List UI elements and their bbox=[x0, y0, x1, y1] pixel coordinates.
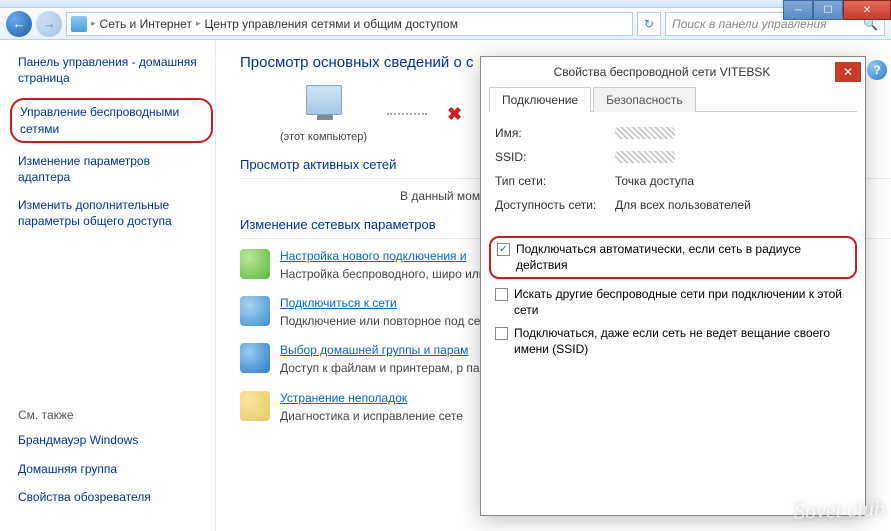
dialog-tabs: Подключение Безопасность bbox=[489, 87, 857, 112]
chevron-right-icon: ▸ bbox=[91, 18, 96, 29]
homegroup-icon bbox=[240, 343, 270, 373]
tab-connection[interactable]: Подключение bbox=[489, 87, 591, 112]
network-type-value: Точка доступа bbox=[615, 174, 694, 188]
window-titlebar: ─ ☐ ✕ bbox=[0, 0, 891, 8]
search-other-checkbox[interactable] bbox=[495, 288, 508, 301]
auto-connect-label: Подключаться автоматически, если сеть в … bbox=[516, 242, 849, 273]
sidebar: Панель управления - домашняя страница Уп… bbox=[0, 40, 216, 531]
navigation-bar: ← → ▸ Сеть и Интернет ▸ Центр управления… bbox=[0, 8, 891, 40]
see-also-internet-options[interactable]: Свойства обозревателя bbox=[18, 489, 208, 505]
help-icon[interactable]: ? bbox=[867, 60, 887, 80]
breadcrumb-segment[interactable]: Центр управления сетями и общим доступом bbox=[204, 17, 458, 31]
dialog-title: Свойства беспроводной сети VITEBSK bbox=[489, 65, 835, 79]
search-other-label: Искать другие беспроводные сети при подк… bbox=[514, 287, 851, 318]
control-panel-icon bbox=[71, 16, 87, 32]
ssid-label: SSID: bbox=[495, 150, 615, 164]
nav-back-button[interactable]: ← bbox=[6, 11, 32, 37]
dialog-titlebar[interactable]: Свойства беспроводной сети VITEBSK ✕ bbox=[481, 57, 865, 87]
connection-line bbox=[387, 113, 427, 115]
sidebar-home-link[interactable]: Панель управления - домашняя страница bbox=[18, 54, 205, 86]
disconnected-icon: ✖ bbox=[447, 104, 462, 125]
highlight-annotation: ✓ Подключаться автоматически, если сеть … bbox=[489, 236, 857, 279]
computer-icon bbox=[306, 85, 342, 115]
connect-icon bbox=[240, 296, 270, 326]
availability-label: Доступность сети: bbox=[495, 198, 615, 212]
name-label: Имя: bbox=[495, 126, 615, 140]
see-also-firewall[interactable]: Брандмауэр Windows bbox=[18, 432, 208, 448]
auto-connect-checkbox[interactable]: ✓ bbox=[497, 243, 510, 256]
name-value-redacted bbox=[615, 127, 675, 139]
see-also-homegroup[interactable]: Домашняя группа bbox=[18, 461, 208, 477]
highlight-annotation: Управление беспроводными сетями bbox=[10, 98, 213, 142]
breadcrumb-segment[interactable]: Сеть и Интернет bbox=[100, 17, 192, 31]
new-connection-icon bbox=[240, 249, 270, 279]
window-close-button[interactable]: ✕ bbox=[843, 0, 891, 20]
hidden-ssid-checkbox[interactable] bbox=[495, 327, 508, 340]
network-type-label: Тип сети: bbox=[495, 174, 615, 188]
window-minimize-button[interactable]: ─ bbox=[783, 0, 813, 20]
nav-forward-button[interactable]: → bbox=[36, 11, 62, 37]
dialog-close-button[interactable]: ✕ bbox=[835, 62, 861, 82]
wireless-properties-dialog: Свойства беспроводной сети VITEBSK ✕ Под… bbox=[480, 56, 866, 516]
ssid-value-redacted bbox=[615, 151, 675, 163]
chevron-right-icon: ▸ bbox=[196, 18, 201, 29]
breadcrumb[interactable]: ▸ Сеть и Интернет ▸ Центр управления сет… bbox=[66, 12, 633, 36]
see-also-label: См. также bbox=[18, 408, 208, 422]
this-computer-label: (этот компьютер) bbox=[280, 131, 367, 143]
sidebar-item-wireless[interactable]: Управление беспроводными сетями bbox=[20, 104, 203, 136]
sidebar-item-adapter[interactable]: Изменение параметров адаптера bbox=[18, 153, 205, 185]
tab-security[interactable]: Безопасность bbox=[593, 87, 696, 112]
availability-value: Для всех пользователей bbox=[615, 198, 751, 212]
hidden-ssid-label: Подключаться, даже если сеть не ведет ве… bbox=[514, 326, 851, 357]
troubleshoot-icon bbox=[240, 391, 270, 421]
refresh-button[interactable]: ↻ bbox=[637, 12, 661, 36]
sidebar-item-sharing[interactable]: Изменить дополнительные параметры общего… bbox=[18, 197, 205, 229]
window-maximize-button[interactable]: ☐ bbox=[813, 0, 843, 20]
